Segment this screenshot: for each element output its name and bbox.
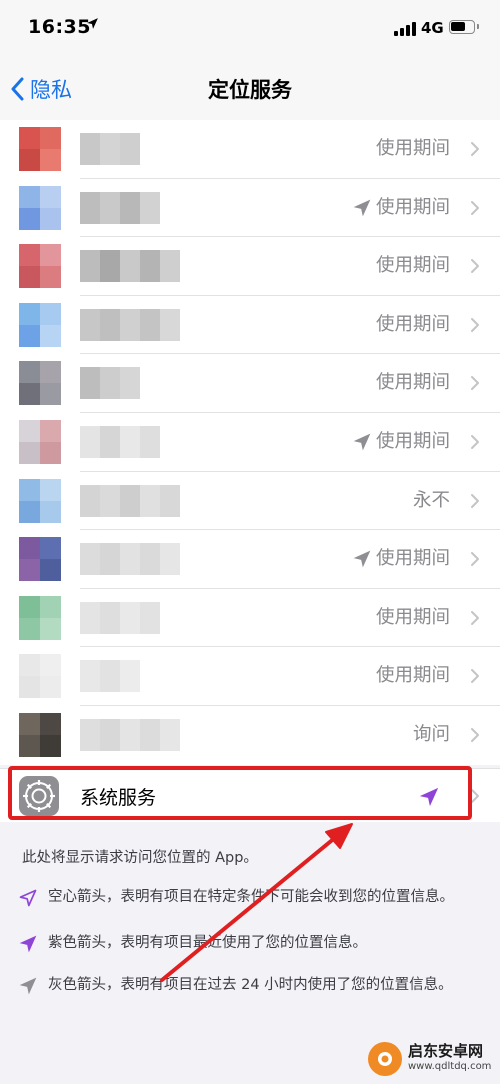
chevron-right-icon	[471, 259, 479, 274]
app-icon	[19, 185, 61, 230]
watermark-name: 启东安卓网	[408, 1042, 484, 1060]
permission-label: 使用期间	[375, 665, 450, 687]
app-row[interactable]: 使用期间	[0, 588, 500, 648]
system-services-row[interactable]: 系统服务	[0, 768, 500, 823]
chevron-right-icon	[471, 376, 479, 391]
permission-label: 使用期间	[375, 372, 450, 394]
app-row[interactable]: 永不	[0, 471, 500, 531]
app-icon	[19, 419, 61, 464]
purple-arrow-icon	[19, 935, 37, 953]
app-icon	[19, 537, 61, 582]
gray-arrow-icon	[353, 433, 371, 451]
app-row[interactable]: 使用期间	[0, 354, 500, 413]
purple-arrow-icon	[419, 787, 439, 807]
chevron-right-icon	[471, 610, 479, 625]
app-list: 使用期间 使用期间 使用期间 使用期间 使用期间 使用期间 永不 使用期间 使用期间 使用期间 询问	[0, 120, 500, 765]
app-icon	[19, 712, 61, 757]
watermark-logo-icon	[368, 1042, 402, 1076]
app-icon	[19, 478, 61, 523]
page-title: 定位服务	[208, 78, 292, 102]
hollow-arrow-icon	[19, 889, 37, 907]
chevron-right-icon	[471, 434, 479, 449]
watermark-url: www.qdltdq.com	[408, 1061, 492, 1072]
status-bar: 16:35 4G	[0, 0, 500, 58]
battery-icon	[449, 20, 479, 34]
settings-gear-icon	[19, 776, 59, 816]
chevron-right-icon	[471, 317, 479, 332]
gray-arrow-icon	[353, 550, 371, 568]
app-row[interactable]: 使用期间	[0, 412, 500, 472]
chevron-right-icon	[471, 727, 479, 742]
legend-hollow-text: 空心箭头，表明有项目在特定条件下可能会收到您的位置信息。	[48, 889, 454, 905]
location-status-icon	[87, 18, 98, 29]
chevron-right-icon	[471, 493, 479, 508]
app-row[interactable]: 使用期间	[0, 530, 500, 589]
app-icon	[19, 654, 61, 699]
permission-label: 使用期间	[375, 313, 450, 335]
navigation-bar: 隐私 定位服务	[0, 58, 500, 121]
chevron-right-icon	[471, 669, 479, 684]
footer-note: 此处将显示请求访问您位置的 App。	[22, 850, 258, 866]
gray-arrow-icon	[19, 977, 37, 995]
chevron-right-icon	[471, 552, 479, 567]
gray-arrow-icon	[353, 199, 371, 216]
chevron-right-icon	[471, 789, 479, 803]
permission-label: 询问	[412, 723, 450, 745]
app-row[interactable]: 使用期间	[0, 295, 500, 355]
app-icon	[19, 127, 61, 171]
legend-gray-text: 灰色箭头，表明有项目在过去 24 小时内使用了您的位置信息。	[48, 977, 453, 993]
app-icon	[19, 595, 61, 640]
permission-label: 使用期间	[375, 548, 450, 570]
permission-label: 使用期间	[375, 196, 450, 218]
app-icon	[19, 244, 61, 289]
permission-label: 使用期间	[375, 430, 450, 452]
signal-icon	[394, 22, 416, 36]
network-label: 4G	[421, 19, 444, 37]
app-icon	[19, 361, 61, 406]
app-row[interactable]: 使用期间	[0, 178, 500, 238]
system-services-label: 系统服务	[80, 787, 157, 809]
app-row[interactable]: 使用期间	[0, 647, 500, 706]
watermark: 启东安卓网 www.qdltdq.com	[368, 1042, 491, 1076]
app-icon	[19, 302, 61, 347]
permission-label: 使用期间	[375, 606, 450, 628]
permission-label: 使用期间	[375, 255, 450, 277]
chevron-right-icon	[471, 142, 479, 156]
permission-label: 使用期间	[375, 138, 450, 159]
app-row[interactable]: 询问	[0, 705, 500, 765]
app-row[interactable]: 使用期间	[0, 237, 500, 296]
permission-label: 永不	[412, 489, 450, 511]
status-time: 16:35	[28, 16, 91, 38]
chevron-right-icon	[471, 200, 479, 215]
app-row[interactable]: 使用期间	[0, 120, 500, 179]
legend-purple-text: 紫色箭头，表明有项目最近使用了您的位置信息。	[48, 935, 367, 951]
